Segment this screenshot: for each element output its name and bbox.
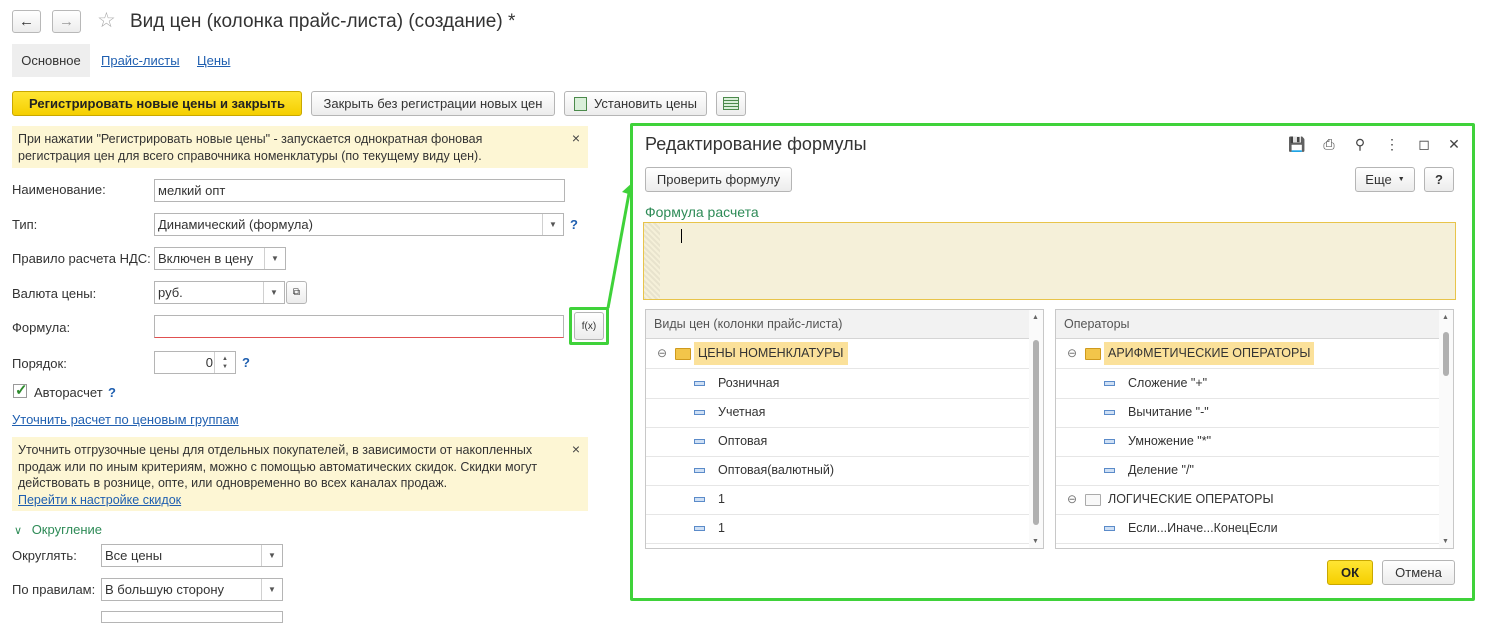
currency-label: Валюта цены: bbox=[12, 286, 97, 301]
currency-value: руб. bbox=[158, 285, 183, 300]
notice-register: При нажатии "Регистрировать новые цены" … bbox=[12, 126, 588, 168]
calculator-icon bbox=[574, 96, 588, 111]
vat-value: Включен в цену bbox=[158, 251, 254, 266]
chevron-down-icon[interactable]: ▼ bbox=[261, 545, 282, 566]
chevron-down-icon[interactable]: ▼ bbox=[261, 579, 282, 600]
forward-button[interactable]: → bbox=[52, 10, 81, 33]
type-label: Тип: bbox=[12, 217, 38, 232]
vat-label: Правило расчета НДС: bbox=[12, 251, 151, 266]
set-prices-button[interactable]: Установить цены bbox=[564, 91, 707, 116]
name-field[interactable]: мелкий опт bbox=[154, 179, 565, 202]
back-button[interactable]: ← bbox=[12, 10, 41, 33]
notice-discounts-text: Уточнить отгрузочные цены для отдельных … bbox=[18, 443, 538, 490]
tab-prices[interactable]: Цены bbox=[197, 44, 230, 77]
round-value: Все цены bbox=[105, 548, 163, 563]
rule-select[interactable]: В большую сторону ▼ bbox=[101, 578, 283, 601]
notice-discounts: Уточнить отгрузочные цены для отдельных … bbox=[12, 437, 588, 511]
formula-icon: f(x) bbox=[581, 320, 597, 332]
arrow-right-icon: → bbox=[59, 13, 74, 30]
register-close-button[interactable]: Регистрировать новые цены и закрыть bbox=[12, 91, 302, 116]
autocalc-help-icon[interactable]: ? bbox=[108, 385, 116, 400]
open-currency-button[interactable]: ⧉ bbox=[286, 281, 307, 304]
vat-select[interactable]: Включен в цену ▼ bbox=[154, 247, 286, 270]
report-icon bbox=[723, 97, 739, 110]
order-label: Порядок: bbox=[12, 356, 67, 371]
close-no-register-button[interactable]: Закрыть без регистрации новых цен bbox=[311, 91, 555, 116]
type-help-icon[interactable]: ? bbox=[570, 217, 578, 232]
window-title: Вид цен (колонка прайс-листа) (создание)… bbox=[130, 11, 516, 32]
order-value: 0 bbox=[205, 355, 213, 370]
rule-label: По правилам: bbox=[12, 582, 96, 597]
discount-settings-link[interactable]: Перейти к настройке скидок bbox=[18, 493, 181, 507]
set-prices-label: Установить цены bbox=[594, 96, 697, 111]
partial-field[interactable] bbox=[101, 611, 283, 623]
chevron-down-icon[interactable]: ▼ bbox=[542, 214, 563, 235]
stepper-icon[interactable]: ▲ ▼ bbox=[214, 352, 235, 373]
tab-price-lists[interactable]: Прайс-листы bbox=[101, 44, 180, 77]
order-field[interactable]: 0 ▲ ▼ bbox=[154, 351, 236, 374]
dialog-highlight bbox=[630, 123, 1475, 601]
close-icon[interactable]: × bbox=[572, 130, 580, 147]
order-help-icon[interactable]: ? bbox=[242, 355, 250, 370]
chevron-down-icon: ∨ bbox=[14, 525, 23, 537]
arrow-left-icon: ← bbox=[19, 13, 34, 30]
chevron-down-icon[interactable]: ▼ bbox=[264, 248, 285, 269]
name-label: Наименование: bbox=[12, 182, 106, 197]
formula-label: Формула: bbox=[12, 320, 71, 335]
currency-select[interactable]: руб. ▼ bbox=[154, 281, 285, 304]
open-window-icon: ⧉ bbox=[292, 287, 301, 298]
close-icon[interactable]: × bbox=[572, 441, 580, 458]
rule-value: В большую сторону bbox=[105, 582, 224, 597]
round-select[interactable]: Все цены ▼ bbox=[101, 544, 283, 567]
checkmark-icon: ✓ bbox=[15, 382, 28, 399]
round-label: Округлять: bbox=[12, 548, 77, 563]
report-button[interactable] bbox=[716, 91, 746, 116]
star-icon[interactable]: ☆ bbox=[97, 8, 116, 33]
notice-register-text: При нажатии "Регистрировать новые цены" … bbox=[18, 132, 483, 163]
autocalc-checkbox[interactable]: ✓ bbox=[13, 382, 28, 399]
type-value: Динамический (формула) bbox=[158, 217, 313, 232]
rounding-header: Округление bbox=[31, 522, 103, 537]
type-select[interactable]: Динамический (формула) ▼ bbox=[154, 213, 564, 236]
refine-calc-link[interactable]: Уточнить расчет по ценовым группам bbox=[12, 412, 239, 427]
chevron-down-icon[interactable]: ▼ bbox=[263, 282, 284, 303]
autocalc-label: Авторасчет bbox=[34, 385, 103, 400]
formula-field[interactable] bbox=[154, 315, 564, 338]
tab-main[interactable]: Основное bbox=[12, 44, 90, 77]
rounding-section[interactable]: ∨ Округление bbox=[14, 522, 102, 537]
